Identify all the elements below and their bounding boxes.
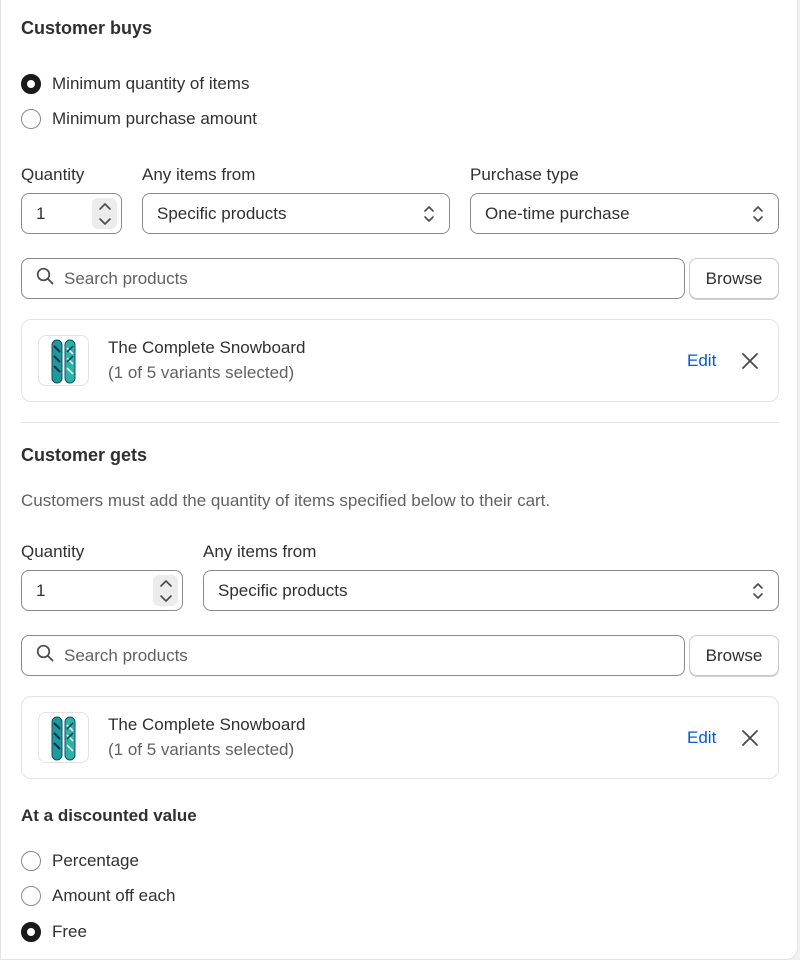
buys-quantity-value: 1	[36, 203, 46, 223]
gets-product-variants: (1 of 5 variants selected)	[108, 740, 295, 759]
close-icon[interactable]	[740, 351, 760, 371]
buys-quantity-input[interactable]: 1	[21, 193, 122, 234]
gets-items-from-value: Specific products	[218, 580, 348, 600]
discount-card: Customer buys Minimum quantity of items …	[0, 0, 798, 960]
radio-min-quantity-label: Minimum quantity of items	[52, 74, 250, 93]
gets-browse-button[interactable]: Browse	[689, 635, 779, 676]
radio-checked-icon[interactable]	[21, 922, 41, 942]
buys-items-from-select[interactable]: Specific products	[142, 193, 450, 234]
gets-product-name: The Complete Snowboard	[108, 715, 306, 734]
close-icon[interactable]	[740, 728, 760, 748]
gets-quantity-value: 1	[36, 580, 46, 600]
buys-purchase-type-select[interactable]: One-time purchase	[470, 193, 779, 234]
radio-checked-icon[interactable]	[21, 74, 41, 94]
radio-min-purchase[interactable]: Minimum purchase amount	[21, 107, 257, 131]
buys-quantity-label: Quantity	[21, 165, 85, 184]
radio-unchecked-icon[interactable]	[21, 109, 41, 129]
gets-product-card: The Complete Snowboard (1 of 5 variants …	[21, 696, 779, 779]
search-icon	[36, 644, 54, 667]
buys-items-from-label: Any items from	[142, 165, 256, 184]
radio-unchecked-icon[interactable]	[21, 851, 41, 871]
radio-percentage-label: Percentage	[52, 851, 139, 870]
radio-min-quantity[interactable]: Minimum quantity of items	[21, 72, 249, 96]
buys-search-placeholder: Search products	[64, 268, 188, 288]
gets-items-from-label: Any items from	[203, 542, 317, 561]
radio-min-purchase-label: Minimum purchase amount	[52, 109, 258, 128]
radio-unchecked-icon[interactable]	[21, 886, 41, 906]
buys-browse-button[interactable]: Browse	[689, 258, 779, 299]
gets-search-input[interactable]: Search products	[21, 635, 685, 676]
buys-items-from-value: Specific products	[157, 203, 287, 223]
radio-percentage[interactable]: Percentage	[21, 849, 139, 873]
buys-purchase-type-value: One-time purchase	[485, 203, 630, 223]
radio-amount-off-label: Amount off each	[52, 886, 176, 905]
select-arrows-icon	[423, 205, 435, 228]
gets-edit-link[interactable]: Edit	[687, 728, 716, 748]
select-arrows-icon	[752, 582, 764, 605]
buys-product-card: The Complete Snowboard (1 of 5 variants …	[21, 319, 779, 402]
gets-search-placeholder: Search products	[64, 645, 188, 665]
customer-gets-title: Customer gets	[21, 445, 148, 465]
buys-product-variants: (1 of 5 variants selected)	[108, 363, 295, 382]
buys-edit-link[interactable]: Edit	[687, 351, 716, 371]
radio-amount-off[interactable]: Amount off each	[21, 884, 176, 908]
radio-free[interactable]: Free	[21, 920, 87, 944]
snowboard-thumbnail	[38, 712, 89, 763]
snowboard-thumbnail	[38, 335, 89, 386]
gets-quantity-label: Quantity	[21, 542, 85, 561]
select-arrows-icon	[752, 205, 764, 228]
stepper-icon[interactable]	[153, 575, 178, 606]
search-icon	[36, 267, 54, 290]
radio-free-label: Free	[52, 922, 87, 941]
stepper-icon[interactable]	[92, 198, 117, 229]
buys-purchase-type-label: Purchase type	[470, 165, 579, 184]
gets-items-from-select[interactable]: Specific products	[203, 570, 779, 611]
customer-buys-title: Customer buys	[21, 18, 153, 38]
gets-quantity-input[interactable]: 1	[21, 570, 183, 611]
customer-gets-description: Customers must add the quantity of items…	[21, 491, 551, 510]
discounted-value-title: At a discounted value	[21, 806, 197, 825]
buys-product-name: The Complete Snowboard	[108, 338, 306, 357]
buys-search-input[interactable]: Search products	[21, 258, 685, 299]
section-divider	[21, 422, 779, 423]
